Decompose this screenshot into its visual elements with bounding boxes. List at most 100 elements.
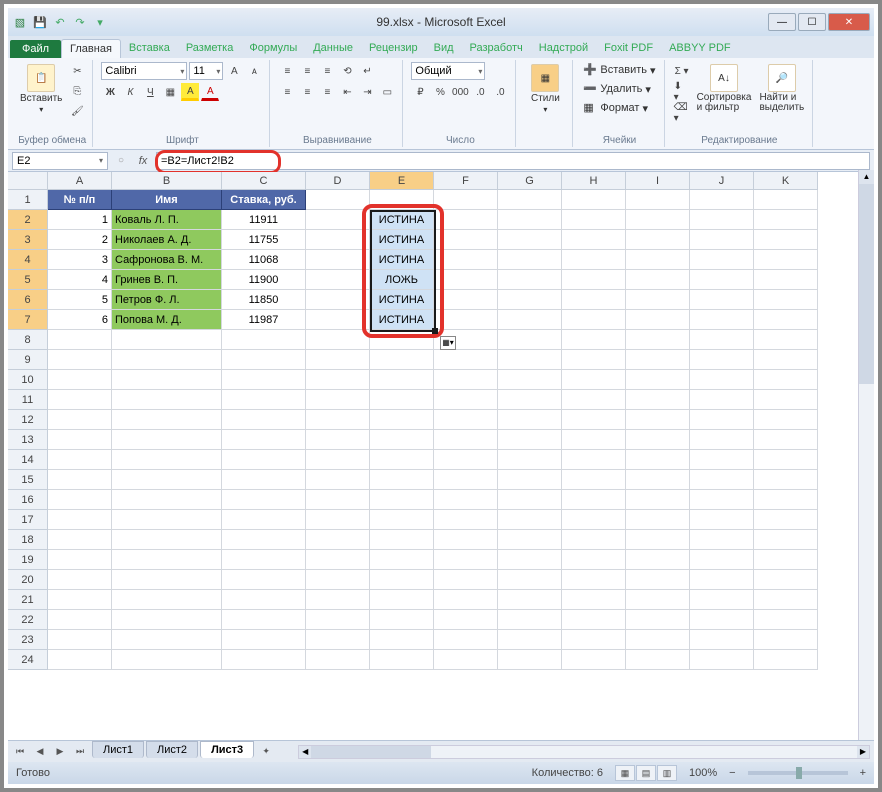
cell-J17[interactable] xyxy=(690,510,754,530)
autosum-icon[interactable]: Σ ▾ xyxy=(673,62,691,80)
cell-H14[interactable] xyxy=(562,450,626,470)
cell-F18[interactable] xyxy=(434,530,498,550)
cell-H5[interactable] xyxy=(562,270,626,290)
cell-A11[interactable] xyxy=(48,390,112,410)
cell-E22[interactable] xyxy=(370,610,434,630)
cell-D4[interactable] xyxy=(306,250,370,270)
cell-F2[interactable] xyxy=(434,210,498,230)
cell-G16[interactable] xyxy=(498,490,562,510)
cell-I21[interactable] xyxy=(626,590,690,610)
cell-J20[interactable] xyxy=(690,570,754,590)
cell-A10[interactable] xyxy=(48,370,112,390)
cell-I9[interactable] xyxy=(626,350,690,370)
row-header-24[interactable]: 24 xyxy=(8,650,48,670)
cell-H3[interactable] xyxy=(562,230,626,250)
cell-B3[interactable]: Николаев А. Д. xyxy=(112,230,222,250)
cell-D11[interactable] xyxy=(306,390,370,410)
font-color-icon[interactable]: A xyxy=(201,83,219,101)
cell-C7[interactable]: 11987 xyxy=(222,310,306,330)
cell-B8[interactable] xyxy=(112,330,222,350)
spreadsheet-grid[interactable]: ABCDEFGHIJK 1234567891011121314151617181… xyxy=(8,172,874,740)
insert-cells-button[interactable]: ➕Вставить ▾ xyxy=(581,62,657,78)
cell-F22[interactable] xyxy=(434,610,498,630)
cell-G8[interactable] xyxy=(498,330,562,350)
view-break-icon[interactable]: ▥ xyxy=(657,765,677,781)
clear-icon[interactable]: ⌫ ▾ xyxy=(673,104,691,122)
cell-H2[interactable] xyxy=(562,210,626,230)
cell-A19[interactable] xyxy=(48,550,112,570)
align-left-icon[interactable]: ≡ xyxy=(278,83,296,101)
cell-F11[interactable] xyxy=(434,390,498,410)
cell-I19[interactable] xyxy=(626,550,690,570)
cell-K8[interactable] xyxy=(754,330,818,350)
wrap-text-icon[interactable]: ↵ xyxy=(358,62,376,80)
cell-E12[interactable] xyxy=(370,410,434,430)
cell-E20[interactable] xyxy=(370,570,434,590)
cell-A21[interactable] xyxy=(48,590,112,610)
col-header-A[interactable]: A xyxy=(48,172,112,190)
border-icon[interactable]: ▦ xyxy=(161,83,179,101)
cell-E21[interactable] xyxy=(370,590,434,610)
cell-G2[interactable] xyxy=(498,210,562,230)
paste-button[interactable]: 📋 Вставить ▾ xyxy=(18,62,64,116)
cell-H8[interactable] xyxy=(562,330,626,350)
styles-button[interactable]: ▦ Стили ▾ xyxy=(524,62,566,116)
cell-B15[interactable] xyxy=(112,470,222,490)
cell-I5[interactable] xyxy=(626,270,690,290)
sheet-first-icon[interactable]: ⏮ xyxy=(12,744,28,760)
cell-H4[interactable] xyxy=(562,250,626,270)
row-header-13[interactable]: 13 xyxy=(8,430,48,450)
cell-F24[interactable] xyxy=(434,650,498,670)
cell-I3[interactable] xyxy=(626,230,690,250)
cell-G24[interactable] xyxy=(498,650,562,670)
cell-F15[interactable] xyxy=(434,470,498,490)
cell-I20[interactable] xyxy=(626,570,690,590)
cell-D7[interactable] xyxy=(306,310,370,330)
cell-J4[interactable] xyxy=(690,250,754,270)
cell-D14[interactable] xyxy=(306,450,370,470)
cell-C3[interactable]: 11755 xyxy=(222,230,306,250)
cell-G3[interactable] xyxy=(498,230,562,250)
cell-K1[interactable] xyxy=(754,190,818,210)
cell-C4[interactable]: 11068 xyxy=(222,250,306,270)
cell-A17[interactable] xyxy=(48,510,112,530)
cell-C11[interactable] xyxy=(222,390,306,410)
maximize-button[interactable]: ☐ xyxy=(798,13,826,31)
orientation-icon[interactable]: ⟲ xyxy=(338,62,356,80)
dec-decimal-icon[interactable]: .0 xyxy=(491,83,509,101)
cell-D19[interactable] xyxy=(306,550,370,570)
sheet-tab-Лист1[interactable]: Лист1 xyxy=(92,741,144,758)
cell-E10[interactable] xyxy=(370,370,434,390)
delete-cells-button[interactable]: ➖Удалить ▾ xyxy=(581,81,653,97)
cell-E5[interactable]: ЛОЖЬ xyxy=(370,270,434,290)
col-header-D[interactable]: D xyxy=(306,172,370,190)
cell-H16[interactable] xyxy=(562,490,626,510)
align-mid-icon[interactable]: ≡ xyxy=(298,62,316,80)
cell-G4[interactable] xyxy=(498,250,562,270)
align-right-icon[interactable]: ≡ xyxy=(318,83,336,101)
scroll-thumb[interactable] xyxy=(859,184,874,384)
cell-K13[interactable] xyxy=(754,430,818,450)
cell-I22[interactable] xyxy=(626,610,690,630)
cell-K20[interactable] xyxy=(754,570,818,590)
cell-J10[interactable] xyxy=(690,370,754,390)
cell-K2[interactable] xyxy=(754,210,818,230)
cell-J8[interactable] xyxy=(690,330,754,350)
row-header-11[interactable]: 11 xyxy=(8,390,48,410)
col-header-H[interactable]: H xyxy=(562,172,626,190)
col-header-G[interactable]: G xyxy=(498,172,562,190)
cell-I17[interactable] xyxy=(626,510,690,530)
cell-I16[interactable] xyxy=(626,490,690,510)
row-header-9[interactable]: 9 xyxy=(8,350,48,370)
cell-C6[interactable]: 11850 xyxy=(222,290,306,310)
col-header-I[interactable]: I xyxy=(626,172,690,190)
inc-decimal-icon[interactable]: .0 xyxy=(471,83,489,101)
cell-H7[interactable] xyxy=(562,310,626,330)
cell-D16[interactable] xyxy=(306,490,370,510)
cell-K10[interactable] xyxy=(754,370,818,390)
fx-icon[interactable]: fx xyxy=(134,152,152,170)
scroll-thumb[interactable] xyxy=(311,746,431,758)
zoom-slider[interactable] xyxy=(748,771,848,775)
cell-C23[interactable] xyxy=(222,630,306,650)
cell-H6[interactable] xyxy=(562,290,626,310)
